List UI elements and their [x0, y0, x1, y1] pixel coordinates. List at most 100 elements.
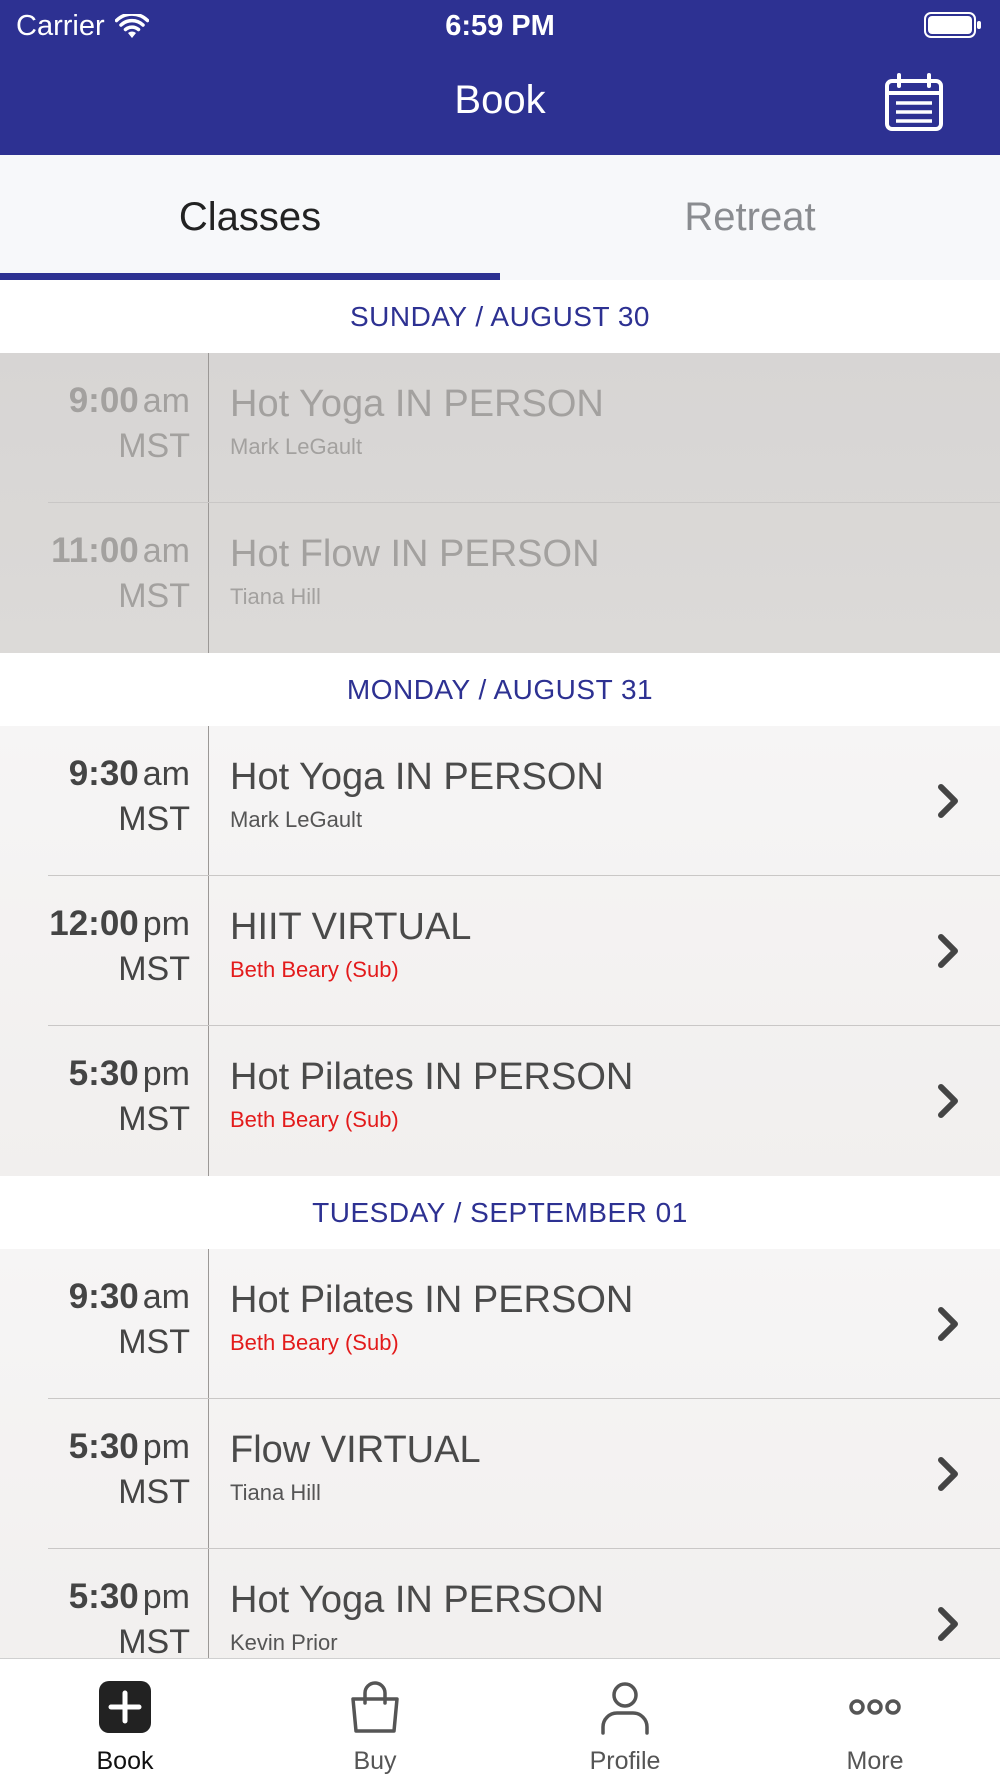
- time-zone: MST: [118, 427, 190, 465]
- day-section: 9:30 am MST Hot Yoga IN PERSON Mark LeGau…: [0, 726, 1000, 1176]
- ellipsis-icon: [849, 1699, 901, 1715]
- time-zone: MST: [118, 1623, 190, 1658]
- bottom-tab-profile[interactable]: Profile: [500, 1659, 750, 1778]
- tab-retreat[interactable]: Retreat: [500, 155, 1000, 280]
- class-row[interactable]: 5:30 pm MST Hot Pilates IN PERSON Beth Be…: [0, 1026, 1000, 1176]
- calendar-icon[interactable]: [884, 72, 944, 132]
- bottom-tab-bar: Book Buy Profile More: [0, 1658, 1000, 1778]
- chevron-right-icon[interactable]: [936, 1605, 962, 1643]
- instructor-name: Mark LeGault: [230, 807, 363, 832]
- class-info: Hot Yoga IN PERSON Kevin Prior: [230, 1579, 920, 1656]
- divider: [208, 503, 209, 653]
- top-bar: Carrier 6:59 PM Book: [0, 0, 1000, 155]
- bottom-tab-label: Profile: [589, 1747, 661, 1775]
- time-value: 9:00: [68, 381, 139, 420]
- class-name: Hot Pilates IN PERSON: [230, 1279, 634, 1321]
- tab-label: Retreat: [684, 195, 816, 239]
- class-row: 9:00 am MST Hot Yoga IN PERSON Mark LeGau…: [0, 353, 1000, 503]
- class-time: 5:30 pm MST: [0, 1577, 190, 1658]
- class-info: HIIT VIRTUAL Beth Beary (Sub): [230, 906, 920, 983]
- class-time: 12:00 pm MST: [0, 904, 190, 989]
- person-icon: [601, 1682, 649, 1735]
- tab-active-indicator: [0, 273, 500, 280]
- class-row[interactable]: 9:30 am MST Hot Yoga IN PERSON Mark LeGau…: [0, 726, 1000, 876]
- time-ampm: am: [142, 532, 190, 570]
- day-section: 9:00 am MST Hot Yoga IN PERSON Mark LeGau…: [0, 353, 1000, 653]
- chevron-right-icon[interactable]: [936, 932, 962, 970]
- bottom-tab-label: Buy: [353, 1747, 397, 1775]
- time-zone: MST: [118, 950, 190, 988]
- page-title: Book: [454, 78, 546, 122]
- class-info: Hot Pilates IN PERSON Beth Beary (Sub): [230, 1279, 920, 1356]
- class-time: 5:30 pm MST: [0, 1054, 190, 1139]
- time-value: 5:30: [68, 1427, 139, 1466]
- class-info: Hot Yoga IN PERSON Mark LeGault: [230, 383, 920, 460]
- tab-label: Classes: [178, 195, 322, 239]
- time-ampm: am: [142, 1278, 190, 1316]
- bottom-tab-label: More: [846, 1747, 904, 1775]
- day-section: 9:30 am MST Hot Pilates IN PERSON Beth Be…: [0, 1249, 1000, 1658]
- day-header: SUNDAY / AUGUST 30: [0, 280, 1000, 353]
- class-time: 9:30 am MST: [0, 1277, 190, 1362]
- chevron-right-icon[interactable]: [936, 1455, 962, 1493]
- time-ampm: am: [142, 755, 190, 793]
- class-info: Hot Pilates IN PERSON Beth Beary (Sub): [230, 1056, 920, 1133]
- segment-tabs: Classes Retreat: [0, 155, 1000, 280]
- day-header: TUESDAY / SEPTEMBER 01: [0, 1176, 1000, 1249]
- class-row[interactable]: 5:30 pm MST Hot Yoga IN PERSON Kevin Prio…: [0, 1549, 1000, 1658]
- class-row[interactable]: 12:00 pm MST HIIT VIRTUAL Beth Beary (Sub…: [0, 876, 1000, 1026]
- class-row[interactable]: 5:30 pm MST Flow VIRTUAL Tiana Hill: [0, 1399, 1000, 1549]
- divider: [208, 1026, 209, 1176]
- class-time: 9:30 am MST: [0, 754, 190, 839]
- instructor-name: Kevin Prior: [230, 1630, 338, 1655]
- class-name: Hot Yoga IN PERSON: [230, 756, 604, 798]
- status-time: 6:59 PM: [445, 10, 555, 42]
- divider: [208, 1399, 209, 1549]
- bottom-tab-buy[interactable]: Buy: [250, 1659, 500, 1778]
- bottom-tab-label: Book: [96, 1747, 154, 1775]
- time-zone: MST: [118, 1323, 190, 1361]
- class-name: Hot Flow IN PERSON: [230, 533, 600, 575]
- bottom-tab-more[interactable]: More: [750, 1659, 1000, 1778]
- time-zone: MST: [118, 577, 190, 615]
- divider: [208, 726, 209, 876]
- instructor-name: Beth Beary (Sub): [230, 957, 399, 982]
- class-name: Hot Pilates IN PERSON: [230, 1056, 634, 1098]
- instructor-name: Beth Beary (Sub): [230, 1330, 399, 1355]
- class-info: Hot Yoga IN PERSON Mark LeGault: [230, 756, 920, 833]
- chevron-right-icon[interactable]: [936, 1305, 962, 1343]
- status-bar: Carrier 6:59 PM: [0, 0, 1000, 50]
- class-info: Hot Flow IN PERSON Tiana Hill: [230, 533, 920, 610]
- time-ampm: pm: [142, 1055, 190, 1093]
- class-name: HIIT VIRTUAL: [230, 906, 472, 948]
- class-time: 11:00 am MST: [0, 531, 190, 616]
- time-ampm: pm: [142, 905, 190, 943]
- time-value: 5:30: [68, 1577, 139, 1616]
- time-value: 9:30: [68, 1277, 139, 1316]
- class-name: Hot Yoga IN PERSON: [230, 383, 604, 425]
- time-zone: MST: [118, 800, 190, 838]
- class-name: Flow VIRTUAL: [230, 1429, 481, 1471]
- time-value: 5:30: [68, 1054, 139, 1093]
- class-row: 11:00 am MST Hot Flow IN PERSON Tiana Hil…: [0, 503, 1000, 653]
- time-value: 11:00: [51, 531, 139, 570]
- plus-square-icon: [99, 1681, 151, 1733]
- chevron-right-icon[interactable]: [936, 1082, 962, 1120]
- time-value: 12:00: [49, 904, 139, 943]
- instructor-name: Mark LeGault: [230, 434, 363, 459]
- time-value: 9:30: [68, 754, 139, 793]
- class-schedule-list[interactable]: SUNDAY / AUGUST 30 9:00 am MST Hot Yoga I…: [0, 280, 1000, 1658]
- class-row[interactable]: 9:30 am MST Hot Pilates IN PERSON Beth Be…: [0, 1249, 1000, 1399]
- instructor-name: Tiana Hill: [230, 1480, 321, 1505]
- time-ampm: am: [142, 382, 190, 420]
- instructor-name: Beth Beary (Sub): [230, 1107, 399, 1132]
- bottom-tab-book[interactable]: Book: [0, 1659, 250, 1778]
- instructor-name: Tiana Hill: [230, 584, 321, 609]
- time-ampm: pm: [142, 1428, 190, 1466]
- tab-classes[interactable]: Classes: [0, 155, 500, 280]
- divider: [208, 876, 209, 1026]
- divider: [208, 1249, 209, 1399]
- time-ampm: pm: [142, 1578, 190, 1616]
- chevron-right-icon[interactable]: [936, 782, 962, 820]
- class-time: 5:30 pm MST: [0, 1427, 190, 1512]
